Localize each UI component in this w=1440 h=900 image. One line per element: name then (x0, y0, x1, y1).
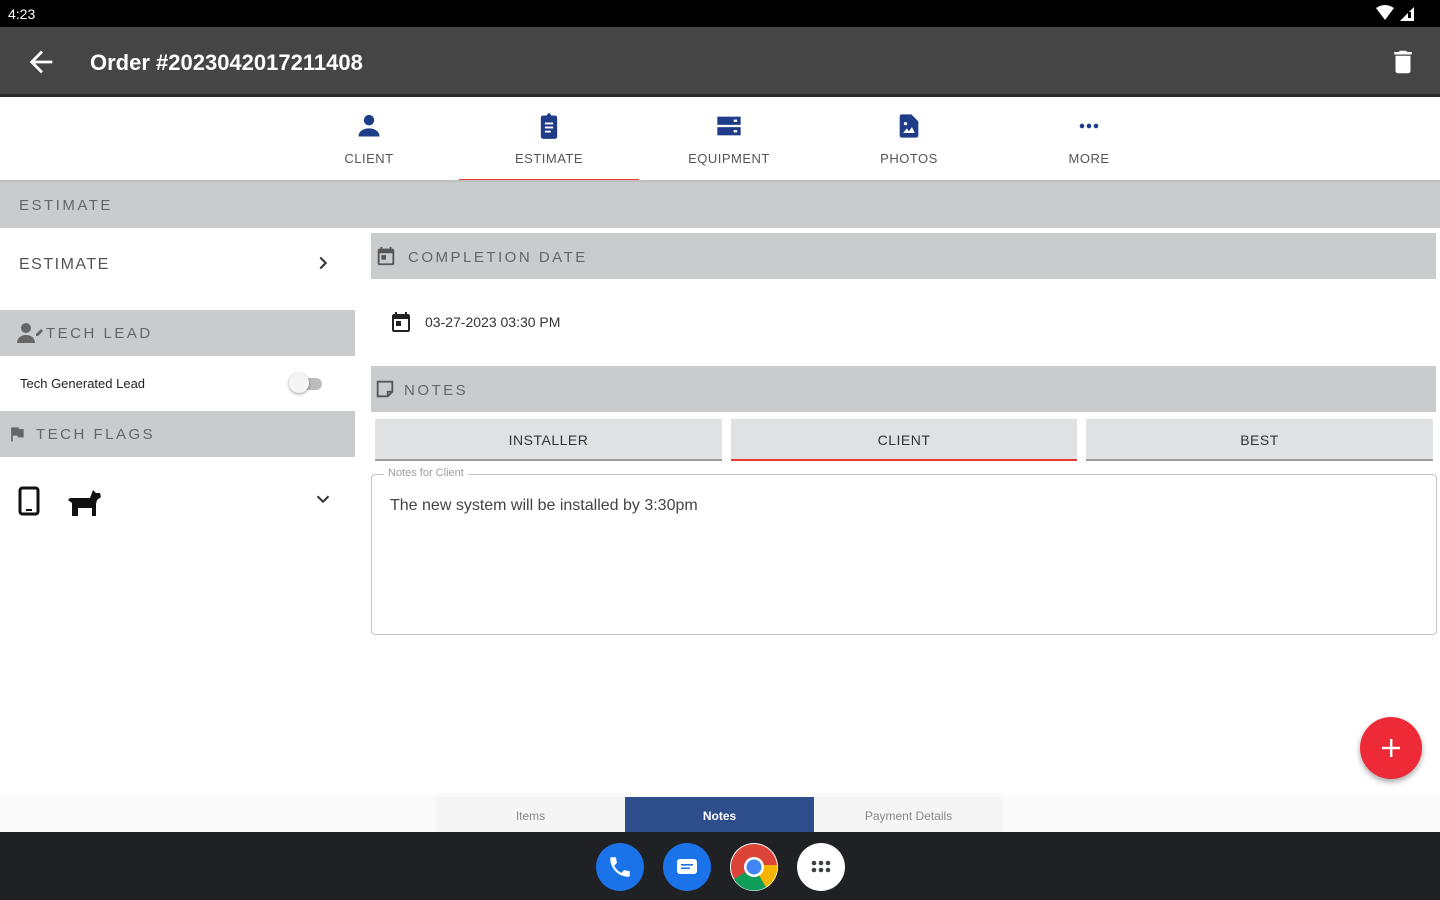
chevron-right-icon (319, 256, 328, 270)
app-drawer-icon[interactable] (797, 843, 845, 891)
completion-date-value: 03-27-2023 03:30 PM (425, 314, 561, 330)
tech-generated-lead-row: Tech Generated Lead (0, 358, 355, 408)
app-screen: 4:23 Order #2023042017211408 CLIENT ESTI… (0, 0, 1440, 900)
back-arrow-icon[interactable] (24, 45, 58, 79)
add-fab-button[interactable] (1360, 717, 1422, 779)
tab-more[interactable]: MORE (999, 100, 1179, 180)
tab-label: MORE (1068, 151, 1110, 166)
bottom-tab-label: Notes (702, 809, 737, 823)
estimate-nav-item[interactable]: ESTIMATE (0, 232, 355, 296)
phone-app-icon[interactable] (596, 843, 644, 891)
tech-lead-label: TECH LEAD (46, 325, 153, 342)
person-edit-icon (17, 323, 43, 343)
app-bar: Order #2023042017211408 (0, 27, 1440, 97)
dog-icon (68, 490, 101, 516)
tab-equipment[interactable]: EQUIPMENT (639, 100, 819, 180)
tab-estimate[interactable]: ESTIMATE (459, 100, 639, 182)
status-bar: 4:23 (0, 0, 1440, 27)
tech-flags-label: TECH FLAGS (36, 426, 156, 443)
notes-tab-label: CLIENT (877, 432, 931, 448)
chrome-icon (731, 844, 778, 891)
page-title: Order #2023042017211408 (90, 50, 363, 75)
tech-flags-row[interactable] (0, 470, 355, 530)
bottom-tab-label: Payment Details (864, 809, 953, 823)
clipboard-icon (540, 113, 558, 139)
notes-for-client-field[interactable]: Notes for Client The new system will be … (371, 467, 1437, 635)
notes-label: NOTES (404, 382, 469, 399)
notes-field-value[interactable]: The new system will be installed by 3:30… (390, 497, 698, 515)
notes-tab-best[interactable]: BEST (1086, 419, 1433, 461)
plus-icon (1382, 739, 1400, 757)
notes-header: NOTES (371, 366, 1436, 412)
status-time: 4:23 (8, 6, 36, 22)
notes-field-legend: Notes for Client (384, 467, 468, 479)
image-file-icon (899, 114, 919, 138)
tab-label: EQUIPMENT (688, 151, 770, 166)
chevron-down-icon[interactable] (312, 488, 334, 510)
bottom-tab-payment-details[interactable]: Payment Details (814, 797, 1003, 832)
toggle-thumb (289, 373, 309, 393)
tab-photos[interactable]: PHOTOS (819, 100, 999, 180)
note-icon (376, 380, 394, 398)
grid-dots-icon (811, 860, 831, 873)
section-header-estimate: ESTIMATE (0, 182, 1440, 228)
notes-tab-client[interactable]: CLIENT (731, 419, 1077, 461)
notes-tab-installer[interactable]: INSTALLER (375, 419, 722, 461)
calendar-icon (392, 312, 410, 332)
tech-flags-header: TECH FLAGS (0, 411, 355, 457)
storage-icon (717, 116, 741, 136)
tech-generated-lead-toggle[interactable] (289, 373, 323, 393)
notes-tab-label: BEST (1240, 432, 1279, 448)
estimate-nav-label: ESTIMATE (19, 256, 110, 273)
completion-date-header: COMPLETION DATE (371, 233, 1436, 279)
messages-app-icon[interactable] (663, 843, 711, 891)
bottom-tab-bar: Items Notes Payment Details (0, 794, 1440, 832)
delete-icon[interactable] (1388, 47, 1418, 77)
calendar-icon (377, 246, 395, 266)
person-icon (358, 114, 380, 137)
tab-label: ESTIMATE (514, 151, 584, 166)
completion-date-label: COMPLETION DATE (408, 249, 588, 266)
bottom-tab-notes[interactable]: Notes (625, 797, 814, 832)
phone-handset-icon (610, 857, 630, 877)
top-tab-bar: CLIENT ESTIMATE EQUIPMENT PHOTOS MORE (0, 100, 1440, 182)
message-icon (677, 859, 697, 874)
bottom-tab-label: Items (515, 809, 546, 823)
signal-icon (1376, 5, 1414, 21)
completion-date-field[interactable]: 03-27-2023 03:30 PM (371, 300, 971, 344)
section-title: ESTIMATE (19, 197, 113, 214)
phone-device-icon (18, 486, 40, 516)
tab-label: CLIENT (344, 151, 394, 166)
notes-tab-label: INSTALLER (508, 432, 589, 448)
flag-icon (11, 427, 24, 442)
tech-lead-header: TECH LEAD (0, 310, 355, 356)
chrome-app-icon[interactable] (730, 843, 778, 891)
bottom-tab-items[interactable]: Items (436, 797, 625, 832)
tab-client[interactable]: CLIENT (279, 100, 459, 180)
tech-generated-lead-label: Tech Generated Lead (20, 376, 146, 391)
tab-label: PHOTOS (880, 151, 938, 166)
more-horiz-icon (1079, 123, 1099, 129)
system-dock (0, 832, 1440, 900)
